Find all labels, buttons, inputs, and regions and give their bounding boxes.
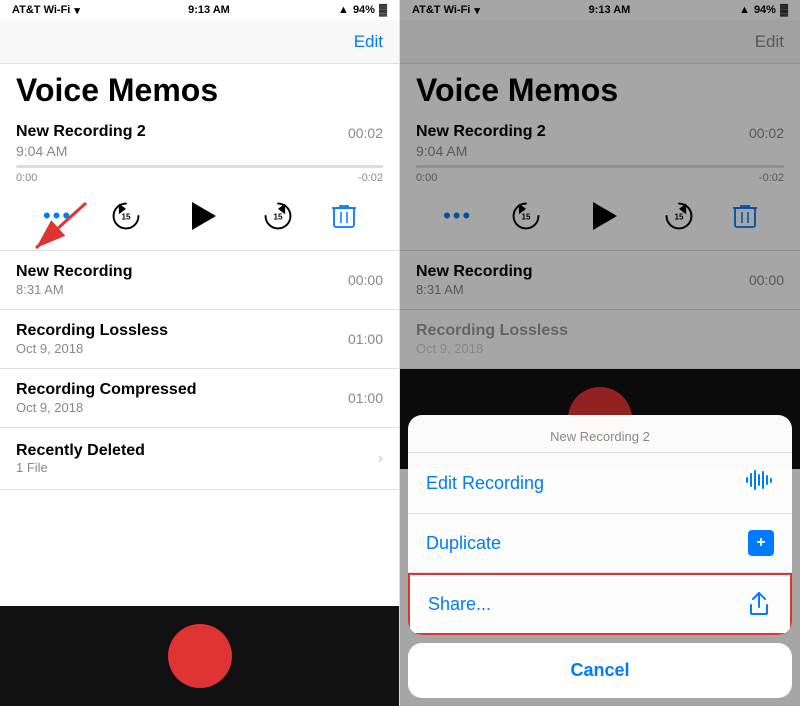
action-sheet-title: New Recording 2 bbox=[408, 415, 792, 453]
recording-item-2[interactable]: Recording Lossless Oct 9, 2018 01:00 bbox=[0, 310, 399, 369]
recording-item-1[interactable]: New Recording 8:31 AM 00:00 bbox=[0, 251, 399, 310]
battery-left: 94% bbox=[353, 4, 375, 16]
record-button-left[interactable] bbox=[168, 624, 232, 688]
waveform-icon bbox=[746, 469, 774, 497]
cancel-container: Cancel bbox=[408, 643, 792, 698]
delete-button[interactable] bbox=[332, 203, 356, 229]
recording-sub-2: Oct 9, 2018 bbox=[16, 341, 168, 356]
status-bar-left: AT&T Wi-Fi ▾ 9:13 AM ▲ 94% ▓ bbox=[0, 0, 399, 20]
recording-dur-2: 01:00 bbox=[348, 331, 383, 347]
recording-title-0: New Recording 2 bbox=[16, 123, 146, 141]
share-label: Share... bbox=[428, 594, 491, 615]
share-item[interactable]: Share... bbox=[408, 573, 792, 635]
battery-icon-left: ▓ bbox=[379, 4, 387, 16]
recording-item-expanded[interactable]: New Recording 2 9:04 AM 00:02 0:00 -0:02… bbox=[0, 113, 399, 251]
right-phone-panel: AT&T Wi-Fi ▾ 9:13 AM ▲ 94% ▓ Edit Voice … bbox=[400, 0, 800, 706]
page-title-area-left: Voice Memos bbox=[0, 64, 399, 113]
rewind-button[interactable]: 15 bbox=[110, 200, 142, 232]
more-options-button[interactable]: ••• bbox=[43, 203, 72, 229]
recording-dur-3: 01:00 bbox=[348, 390, 383, 406]
page-title-left: Voice Memos bbox=[16, 72, 383, 109]
recording-title-2: Recording Lossless bbox=[16, 322, 168, 340]
record-bar-left bbox=[0, 606, 399, 706]
recording-sub-1: 8:31 AM bbox=[16, 282, 132, 297]
edit-recording-item[interactable]: Edit Recording bbox=[408, 453, 792, 514]
recording-list-left: New Recording 2 9:04 AM 00:02 0:00 -0:02… bbox=[0, 113, 399, 606]
recording-time-0: 9:04 AM bbox=[16, 143, 146, 159]
forward-button[interactable]: 15 bbox=[262, 200, 294, 232]
recording-title-1: New Recording bbox=[16, 263, 132, 281]
deleted-count: 1 File bbox=[16, 460, 145, 475]
edit-recording-label: Edit Recording bbox=[426, 473, 544, 494]
progress-track[interactable] bbox=[16, 165, 383, 168]
action-sheet-container: New Recording 2 Edit Recording bbox=[400, 415, 800, 706]
carrier-left: AT&T Wi-Fi bbox=[12, 4, 70, 16]
recording-item-3[interactable]: Recording Compressed Oct 9, 2018 01:00 bbox=[0, 369, 399, 428]
cancel-button[interactable]: Cancel bbox=[408, 643, 792, 698]
recording-duration-0: 00:02 bbox=[348, 125, 383, 141]
action-sheet: New Recording 2 Edit Recording bbox=[408, 415, 792, 635]
play-button[interactable] bbox=[180, 194, 224, 238]
wifi-icon: ▾ bbox=[74, 4, 80, 17]
deleted-title: Recently Deleted bbox=[16, 442, 145, 460]
duplicate-icon: + bbox=[748, 530, 774, 556]
duplicate-label: Duplicate bbox=[426, 533, 501, 554]
left-phone-panel: AT&T Wi-Fi ▾ 9:13 AM ▲ 94% ▓ Edit Voice … bbox=[0, 0, 400, 706]
svg-text:15: 15 bbox=[122, 213, 131, 222]
edit-button-left[interactable]: Edit bbox=[354, 32, 383, 52]
play-icon bbox=[192, 202, 216, 230]
recording-sub-3: Oct 9, 2018 bbox=[16, 400, 196, 415]
recording-title-3: Recording Compressed bbox=[16, 381, 196, 399]
duplicate-item[interactable]: Duplicate + bbox=[408, 514, 792, 573]
arrow-icon: ▲ bbox=[338, 4, 349, 16]
svg-text:15: 15 bbox=[274, 213, 283, 222]
recording-dur-1: 00:00 bbox=[348, 272, 383, 288]
chevron-right-icon: › bbox=[378, 450, 383, 468]
progress-end: -0:02 bbox=[358, 172, 383, 184]
time-left: 9:13 AM bbox=[188, 4, 230, 16]
nav-bar-left: Edit bbox=[0, 20, 399, 64]
recently-deleted-item[interactable]: Recently Deleted 1 File › bbox=[0, 428, 399, 490]
progress-start: 0:00 bbox=[16, 172, 37, 184]
share-icon bbox=[746, 591, 772, 617]
